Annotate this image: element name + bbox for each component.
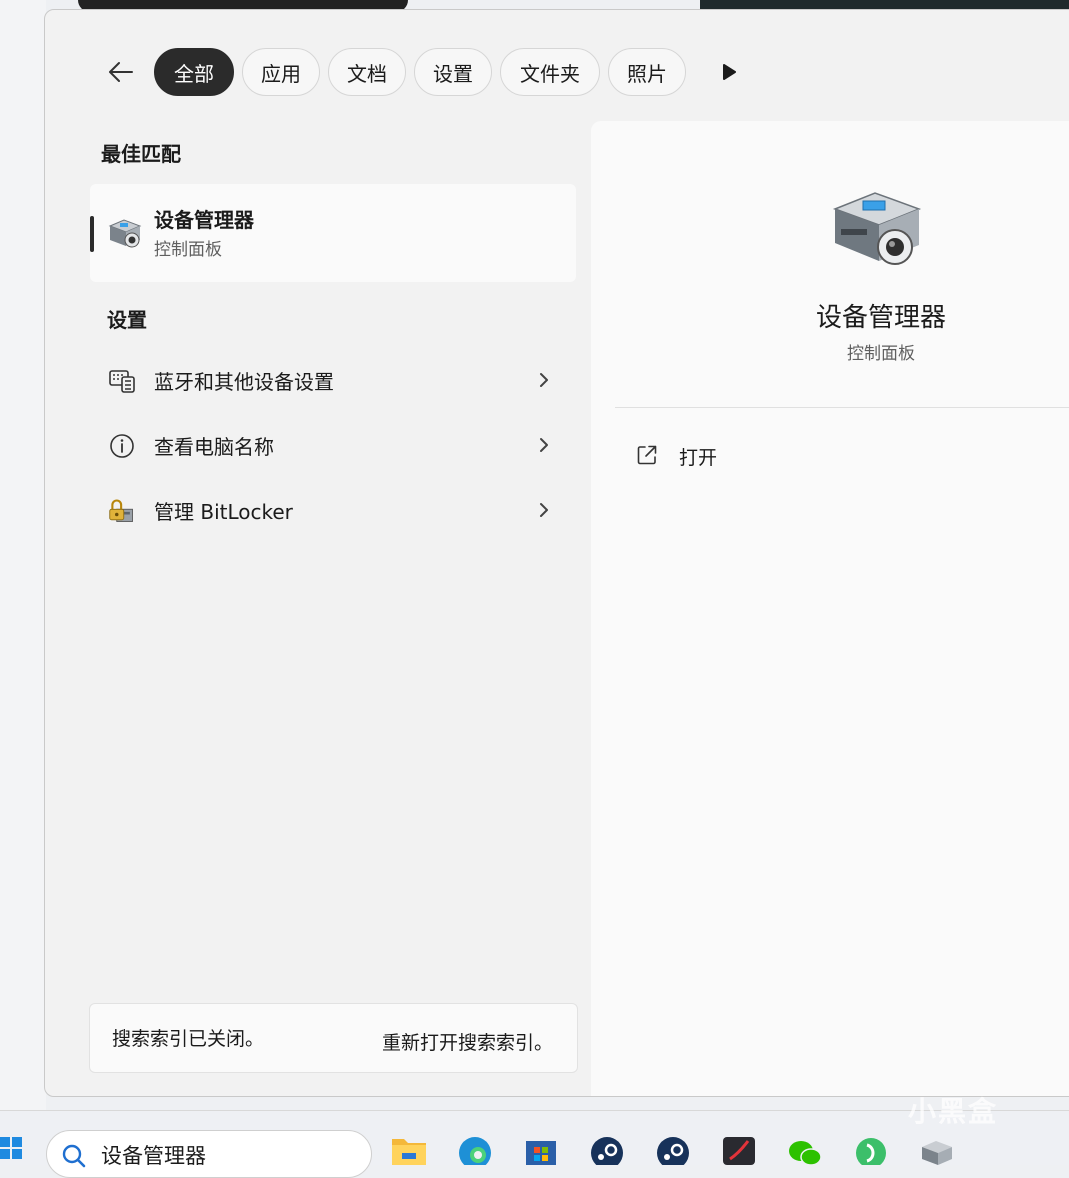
steam-icon[interactable] (588, 1133, 626, 1165)
search-icon (62, 1144, 86, 1168)
chevron-right-icon (540, 438, 548, 452)
best-match-subtitle: 控制面板 (154, 240, 222, 260)
settings-heading: 设置 (107, 308, 147, 332)
search-input[interactable] (99, 1140, 353, 1170)
open-label: 打开 (679, 447, 718, 469)
index-off-message: 搜索索引已关闭。 (112, 1028, 265, 1050)
detail-divider (615, 407, 1069, 408)
taskbar-search-box[interactable] (46, 1130, 372, 1178)
wechat-icon[interactable] (786, 1133, 824, 1165)
search-panel: 全部 应用 文档 设置 文件夹 照片 最佳匹配 设备管理器 控制面板 设置 蓝牙… (44, 9, 1069, 1097)
setting-label: 查看电脑名称 (154, 435, 274, 459)
setting-manage-bitlocker[interactable]: 管理 BitLocker (90, 481, 576, 539)
search-index-notice: 搜索索引已关闭。 重新打开搜索索引。 (89, 1003, 578, 1073)
watermark-text: 小黑盒 (908, 1095, 999, 1128)
chevron-right-icon (540, 503, 548, 517)
setting-label: 管理 BitLocker (154, 500, 293, 524)
edge-icon[interactable] (456, 1133, 494, 1165)
file-explorer-icon[interactable] (390, 1133, 428, 1165)
device-manager-icon (832, 192, 922, 265)
setting-label: 蓝牙和其他设备设置 (154, 370, 334, 394)
setting-view-pc-name[interactable]: 查看电脑名称 (90, 416, 576, 474)
device-manager-icon[interactable] (918, 1133, 956, 1165)
bitlocker-icon (109, 499, 133, 522)
windows-start-icon[interactable] (0, 1133, 24, 1165)
store-icon[interactable] (522, 1133, 560, 1165)
tab-all[interactable]: 全部 (154, 48, 234, 96)
arrow-left-icon (109, 62, 133, 82)
detail-title: 设备管理器 (815, 303, 946, 333)
best-match-title: 设备管理器 (154, 208, 254, 232)
green-app-icon[interactable] (852, 1133, 890, 1165)
keyboard-device-icon (109, 370, 135, 393)
tab-apps[interactable]: 应用 (242, 48, 320, 96)
netease-icon[interactable] (720, 1133, 758, 1165)
info-icon (110, 434, 134, 458)
detail-subtitle: 控制面板 (847, 344, 915, 364)
best-match-heading: 最佳匹配 (101, 142, 181, 166)
open-external-icon (637, 445, 657, 465)
device-manager-icon (108, 219, 142, 248)
tab-photos[interactable]: 照片 (608, 48, 686, 96)
reenable-index-link[interactable]: 重新打开搜索索引。 (382, 1028, 553, 1055)
tab-settings[interactable]: 设置 (414, 48, 492, 96)
play-right-icon (723, 64, 736, 80)
tab-documents[interactable]: 文档 (328, 48, 406, 96)
setting-bluetooth-devices[interactable]: 蓝牙和其他设备设置 (90, 351, 576, 409)
detail-pane: 设备管理器 控制面板 打开 (591, 121, 1069, 1096)
tab-folders[interactable]: 文件夹 (500, 48, 600, 96)
more-filters-button[interactable] (717, 60, 741, 84)
chevron-right-icon (540, 373, 548, 387)
desktop-background (0, 0, 46, 1110)
steam-icon[interactable] (654, 1133, 692, 1165)
best-match-result[interactable]: 设备管理器 控制面板 (90, 184, 576, 282)
filter-bar: 全部 应用 文档 设置 文件夹 照片 (45, 10, 1069, 110)
selection-indicator (90, 216, 94, 252)
back-button[interactable] (103, 54, 139, 90)
